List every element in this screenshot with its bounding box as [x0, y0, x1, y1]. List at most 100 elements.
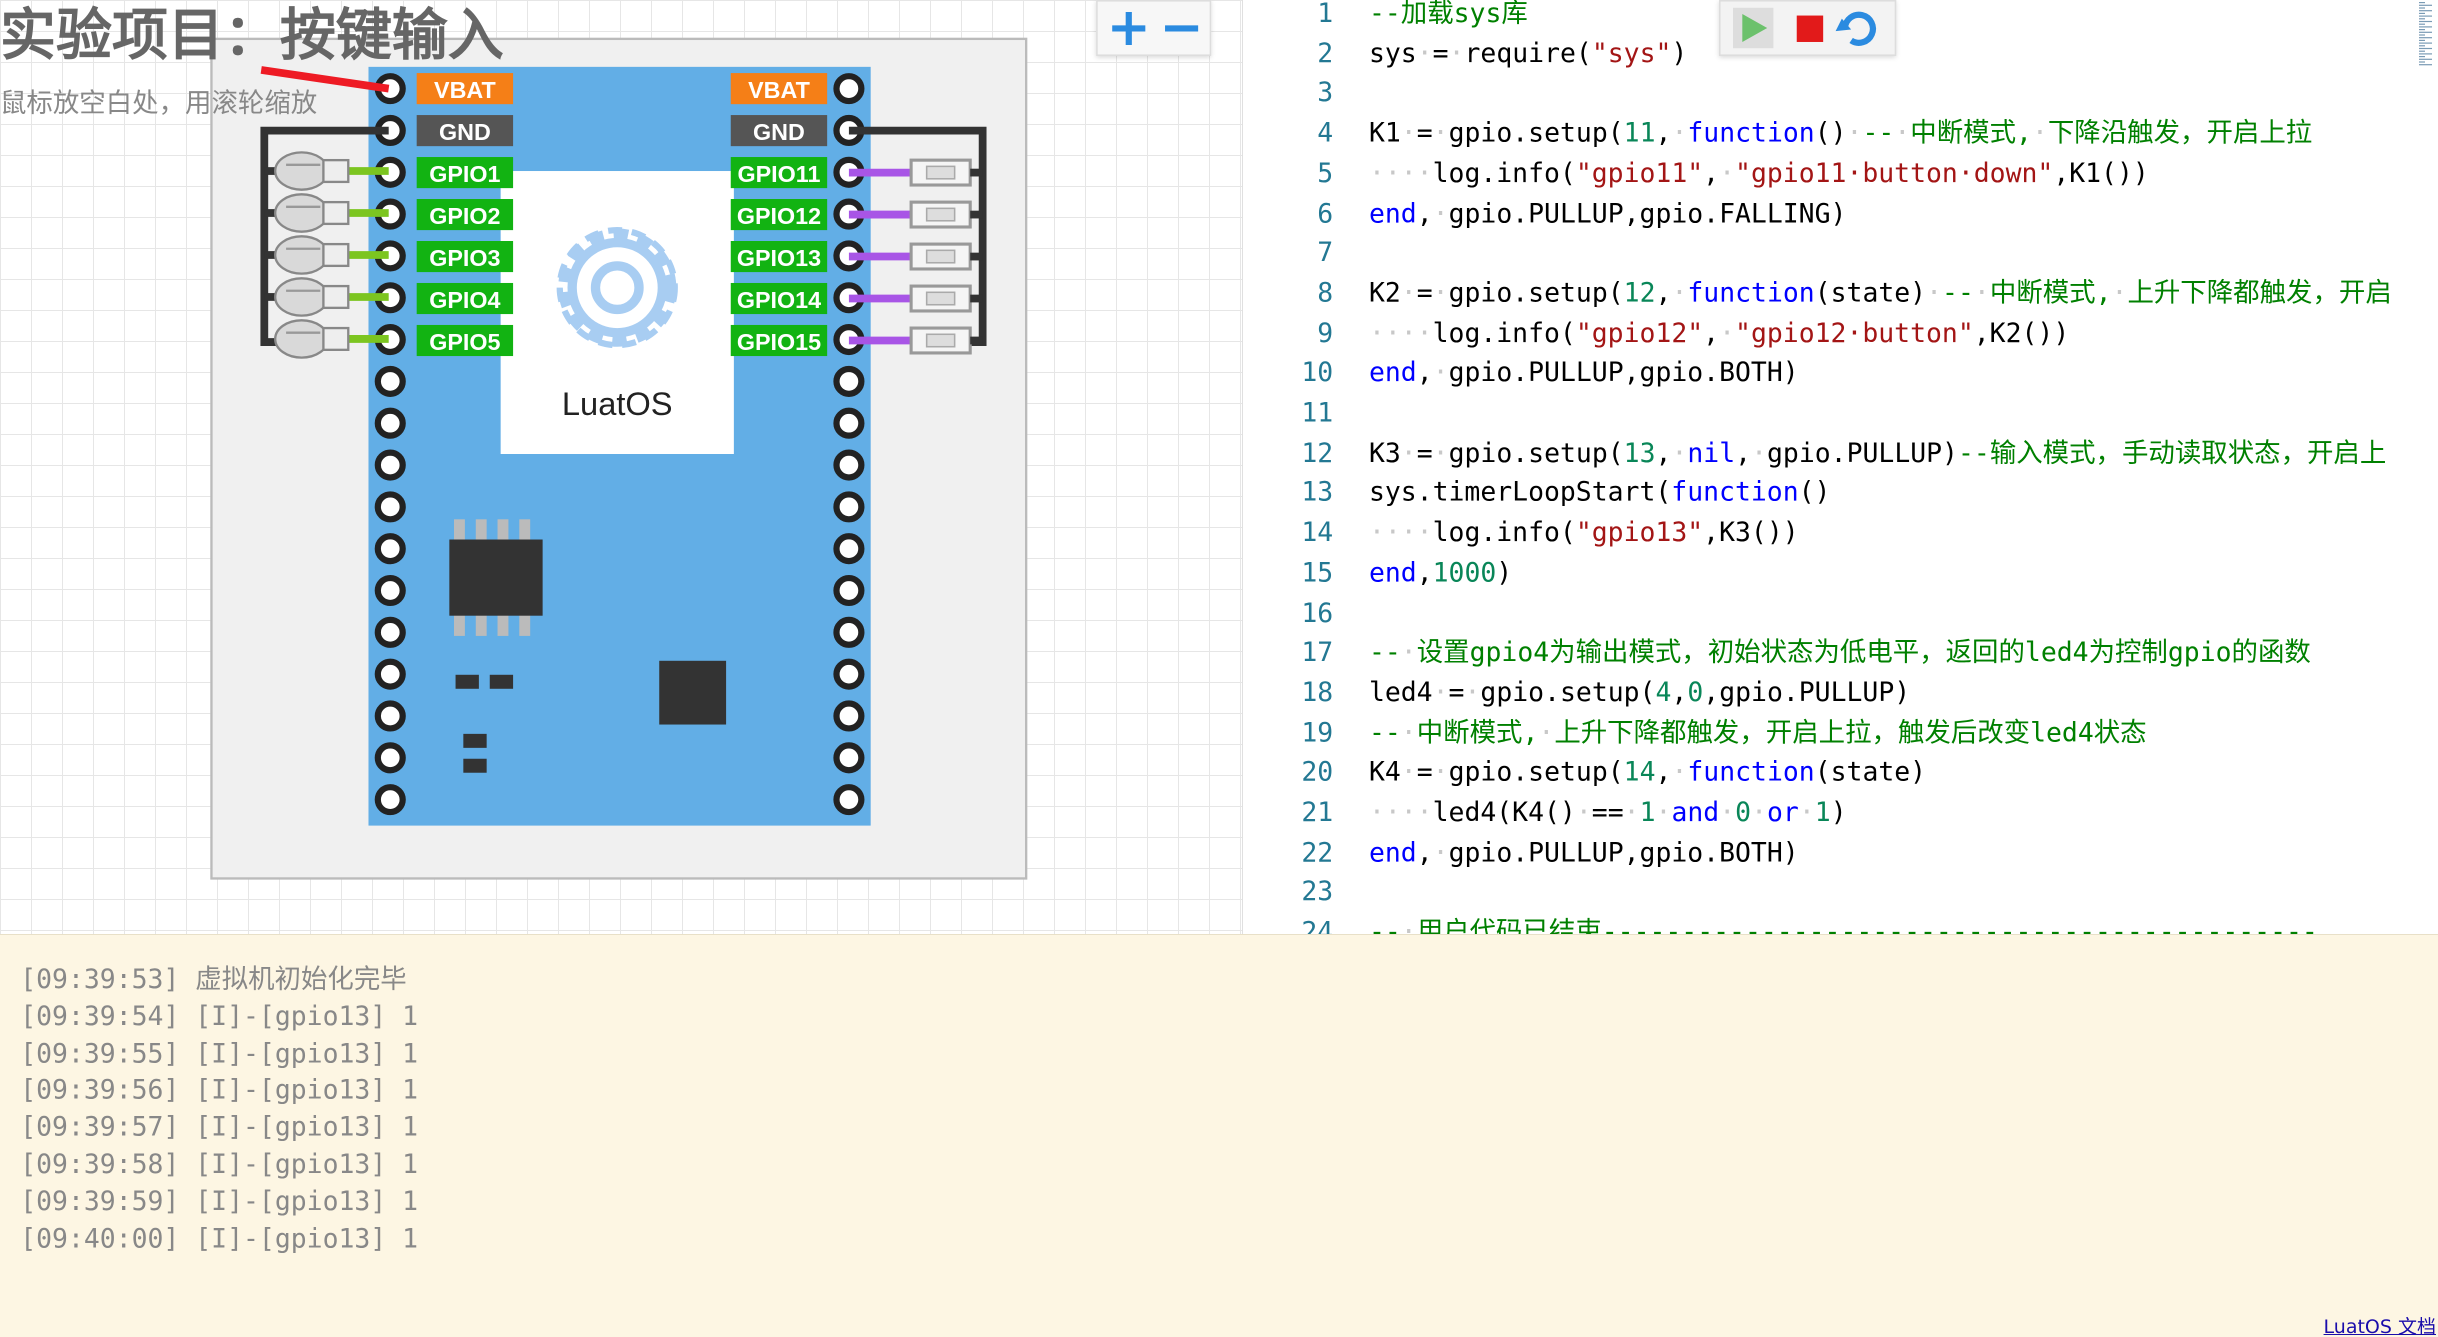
left-pin-hole	[374, 574, 406, 607]
code-line[interactable]: 17 --·设置gpio4为输出模式，初始状态为低电平，返回的led4为控制gpi…	[1243, 635, 2438, 675]
left-pin-hole	[374, 407, 406, 439]
right-pin-hole	[833, 365, 865, 397]
code-line[interactable]: 22 end,·gpio.PULLUP,gpio.BOTH)	[1243, 834, 2438, 874]
right-pin-label-gpio12: GPIO12	[737, 203, 821, 229]
simulator-stage: LuatOS VBAT GND GPIO1 GPIO2 GPIO3 GPIO4 GPIO5 V…	[0, 0, 1242, 934]
line-code: end,·gpio.PULLUP,gpio.FALLING)	[1368, 198, 1847, 230]
line-number: 9	[1317, 318, 1334, 350]
push-button-icon[interactable]	[909, 158, 972, 187]
page-title: 实验项目：按键输入	[0, 4, 504, 69]
left-pin-label-gpio4: GPIO4	[429, 287, 500, 313]
right-pin-hole	[833, 616, 865, 648]
line-number: 14	[1301, 517, 1334, 549]
code-line[interactable]: 24 --·用户代码已结束----------------------------…	[1243, 914, 2438, 934]
right-pin-label-gpio14: GPIO14	[737, 287, 821, 313]
log-console: [09:39:53] 虚拟机初始化完毕 [09:39:54] [I]-[gpio1…	[0, 934, 2438, 1337]
code-line[interactable]: 20 K4·=·gpio.setup(14,·function(state)	[1243, 755, 2438, 795]
line-code: K3·=·gpio.setup(13,·nil,·gpio.PULLUP)--输…	[1368, 437, 2387, 470]
log-console-content: [09:39:53] 虚拟机初始化完毕 [09:39:54] [I]-[gpio1…	[0, 935, 2438, 1337]
line-number: 3	[1317, 78, 1334, 110]
log-line: [09:39:53] 虚拟机初始化完毕	[20, 964, 407, 996]
right-pin-hole	[833, 784, 865, 816]
code-line[interactable]: 16	[1243, 595, 2438, 635]
stop-icon[interactable]	[1796, 15, 1824, 42]
right-pin-label-vbat: VBAT	[748, 77, 810, 103]
line-code: K4·=·gpio.setup(14,·function(state)	[1368, 757, 1927, 789]
code-line[interactable]: 3	[1243, 75, 2438, 115]
code-line[interactable]: 18 led4·=·gpio.setup(4,0,gpio.PULLUP)	[1243, 675, 2438, 715]
line-code: end,·gpio.PULLUP,gpio.BOTH)	[1368, 358, 1799, 390]
zoom-out-button[interactable]: −	[1154, 2, 1210, 55]
line-number: 19	[1301, 717, 1334, 749]
code-line[interactable]: 11	[1243, 395, 2438, 435]
line-number: 4	[1317, 118, 1334, 150]
code-line[interactable]: 6 end,·gpio.PULLUP,gpio.FALLING)	[1243, 195, 2438, 235]
line-number: 6	[1317, 198, 1334, 230]
right-pin-hole	[833, 700, 865, 732]
simulator-canvas[interactable]: LuatOS VBAT GND GPIO1 GPIO2 GPIO3 GPIO4 GPIO5 V…	[0, 0, 1242, 934]
line-number: 20	[1301, 757, 1334, 789]
line-code: ····log.info("gpio12",·"gpio12·button",K…	[1368, 318, 2070, 350]
left-pin-hole	[374, 700, 406, 732]
line-number: 21	[1301, 797, 1334, 829]
code-line[interactable]: 13 sys.timerLoopStart(function()	[1243, 475, 2438, 515]
push-button-icon[interactable]	[909, 284, 972, 313]
code-line[interactable]: 23	[1243, 874, 2438, 914]
line-number: 5	[1317, 158, 1334, 190]
right-pin-hole	[833, 742, 865, 774]
code-line[interactable]: 21 ····led4(K4()·==·1·and·0·or·1)	[1243, 795, 2438, 835]
zoom-in-button[interactable]: +	[1101, 2, 1157, 55]
line-number: 16	[1301, 597, 1334, 629]
code-line[interactable]: 15 end,1000)	[1243, 555, 2438, 595]
line-code: --加载sys库	[1368, 0, 1528, 30]
line-number: 1	[1317, 0, 1334, 30]
code-line[interactable]: 12 K3·=·gpio.setup(13,·nil,·gpio.PULLUP)-…	[1243, 435, 2438, 475]
right-pin-hole	[833, 533, 865, 565]
line-code: sys·=·require("sys")	[1368, 38, 1688, 70]
line-number: 18	[1301, 677, 1334, 709]
minimap-preview	[2419, 2, 2432, 66]
code-minimap[interactable]	[2417, 0, 2438, 70]
right-pin-hole	[833, 574, 865, 607]
code-line[interactable]: 19 --·中断模式,·上升下降都触发，开启上拉，触发后改变led4状态	[1243, 715, 2438, 755]
line-number: 17	[1301, 637, 1334, 669]
board-diagram: LuatOS VBAT GND GPIO1 GPIO2 GPIO3 GPIO4 GPIO5 V…	[210, 37, 1028, 880]
left-pin-hole	[374, 365, 406, 397]
log-line: [09:39:57] [I]-[gpio13] 1	[20, 1112, 419, 1144]
code-line[interactable]: 10 end,·gpio.PULLUP,gpio.BOTH)	[1243, 355, 2438, 395]
left-pin-label-gpio2: GPIO2	[429, 203, 500, 229]
right-pin-hole	[833, 73, 865, 105]
code-line[interactable]: 7	[1243, 235, 2438, 275]
right-pin-hole	[833, 407, 865, 439]
code-line[interactable]: 5 ····log.info("gpio11",·"gpio11·button·d…	[1243, 155, 2438, 195]
left-pin-hole	[374, 784, 406, 816]
push-button-icon[interactable]	[909, 200, 972, 229]
left-pin-hole	[374, 491, 406, 523]
left-pin-label-gnd: GND	[439, 119, 491, 145]
code-line[interactable]: 14 ····log.info("gpio13",K3())	[1243, 515, 2438, 555]
code-line[interactable]: 9 ····log.info("gpio12",·"gpio12·button",…	[1243, 315, 2438, 355]
line-code: --·设置gpio4为输出模式，初始状态为低电平，返回的led4为控制gpio的…	[1368, 637, 2311, 669]
zoom-hint: 鼠标放空白处，用滚轮缩放	[0, 88, 318, 120]
line-number: 7	[1317, 238, 1334, 270]
push-button-icon[interactable]	[909, 242, 972, 271]
mcu-chip	[659, 660, 727, 725]
line-code: end,·gpio.PULLUP,gpio.BOTH)	[1368, 837, 1799, 869]
code-line[interactable]: 8 K2·=·gpio.setup(12,·function(state)·--·…	[1243, 275, 2438, 315]
line-number: 11	[1301, 398, 1334, 430]
left-pin-label-gpio3: GPIO3	[429, 245, 500, 271]
line-number: 15	[1301, 557, 1334, 589]
docs-link[interactable]: LuatOS 文档	[2324, 1312, 2436, 1337]
push-button-icon[interactable]	[909, 326, 972, 355]
line-code: ····log.info("gpio13",K3())	[1368, 517, 1799, 549]
log-line: [09:39:56] [I]-[gpio13] 1	[20, 1075, 419, 1107]
right-pin-label-gpio13: GPIO13	[737, 245, 821, 271]
left-pin-hole	[374, 658, 406, 690]
line-code: ····log.info("gpio11",·"gpio11·button·do…	[1368, 158, 2149, 190]
code-editor[interactable]: 1 --加载sys库 2 sys·=·require("sys") 3 4 K1·=·gpi…	[1242, 0, 2438, 934]
left-pin-hole	[374, 449, 406, 481]
right-pin-hole	[833, 491, 865, 523]
log-line: [09:40:00] [I]-[gpio13] 1	[20, 1223, 419, 1255]
code-line[interactable]: 4 K1·=·gpio.setup(11,·function()·--·中断模式,…	[1243, 115, 2438, 155]
left-pin-label-gpio5: GPIO5	[429, 329, 500, 355]
